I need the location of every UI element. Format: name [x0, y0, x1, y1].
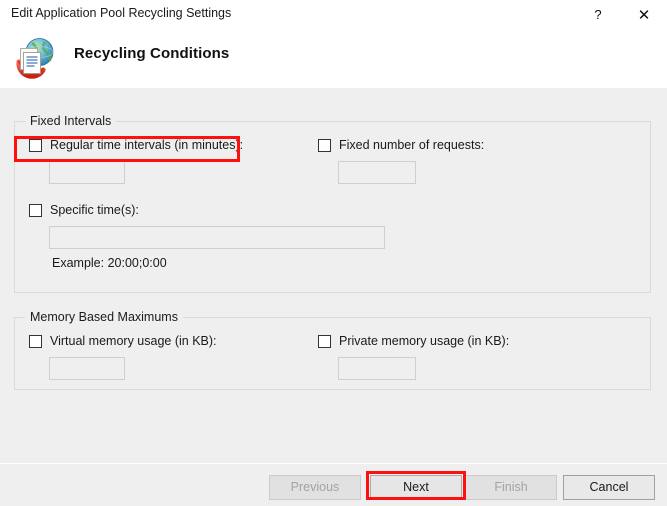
- virtual-memory-usage-checkbox[interactable]: [29, 335, 42, 348]
- finish-button[interactable]: Finish: [465, 475, 557, 500]
- private-memory-usage-label: Private memory usage (in KB):: [339, 334, 510, 348]
- previous-button[interactable]: Previous: [269, 475, 361, 500]
- next-button[interactable]: Next: [370, 475, 462, 500]
- regular-time-intervals-checkbox[interactable]: [29, 139, 42, 152]
- regular-time-intervals-label: Regular time intervals (in minutes):: [50, 138, 244, 152]
- group-memory-based-maximums: Memory Based Maximums Virtual memory usa…: [14, 310, 651, 390]
- checkbox-row-specific-times[interactable]: Specific time(s):: [29, 203, 139, 218]
- specific-times-input[interactable]: [49, 226, 385, 249]
- recycling-globe-document-icon: [12, 35, 58, 81]
- edit-application-pool-recycling-settings-dialog: Edit Application Pool Recycling Settings…: [0, 0, 667, 506]
- regular-time-intervals-input[interactable]: [49, 161, 125, 184]
- cancel-button[interactable]: Cancel: [563, 475, 655, 500]
- virtual-memory-usage-input[interactable]: [49, 357, 125, 380]
- fixed-number-of-requests-checkbox[interactable]: [318, 139, 331, 152]
- checkbox-row-virtual-memory-usage[interactable]: Virtual memory usage (in KB):: [29, 334, 217, 349]
- window-title: Edit Application Pool Recycling Settings: [11, 6, 232, 20]
- private-memory-usage-checkbox[interactable]: [318, 335, 331, 348]
- page-title: Recycling Conditions: [74, 45, 230, 62]
- virtual-memory-usage-label: Virtual memory usage (in KB):: [50, 334, 217, 348]
- specific-times-example: Example: 20:00;0:00: [52, 256, 167, 270]
- group-fixed-intervals-legend: Fixed Intervals: [25, 114, 117, 128]
- fixed-number-of-requests-label: Fixed number of requests:: [339, 138, 485, 152]
- checkbox-row-fixed-number-of-requests[interactable]: Fixed number of requests:: [318, 138, 484, 153]
- title-bar: Edit Application Pool Recycling Settings…: [0, 0, 667, 29]
- checkbox-row-private-memory-usage[interactable]: Private memory usage (in KB):: [318, 334, 509, 349]
- dialog-header: Recycling Conditions: [0, 29, 667, 88]
- dialog-body: Fixed Intervals Regular time intervals (…: [0, 88, 667, 463]
- group-fixed-intervals: Fixed Intervals Regular time intervals (…: [14, 114, 651, 293]
- specific-times-checkbox[interactable]: [29, 204, 42, 217]
- specific-times-label: Specific time(s):: [50, 203, 139, 217]
- private-memory-usage-input[interactable]: [338, 357, 416, 380]
- group-memory-based-maximums-legend: Memory Based Maximums: [25, 310, 183, 324]
- checkbox-row-regular-time-intervals[interactable]: Regular time intervals (in minutes):: [29, 138, 243, 153]
- close-icon[interactable]: ✕: [621, 0, 667, 29]
- help-button[interactable]: ?: [575, 0, 621, 29]
- fixed-number-of-requests-input[interactable]: [338, 161, 416, 184]
- dialog-footer: Previous Next Finish Cancel: [0, 463, 667, 506]
